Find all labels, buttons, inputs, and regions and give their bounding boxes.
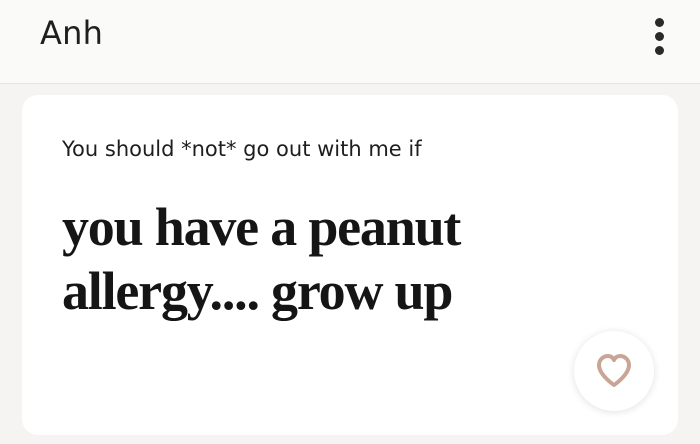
profile-header: Anh: [0, 0, 700, 84]
kebab-dot: [655, 18, 664, 27]
like-button[interactable]: [574, 331, 654, 411]
profile-name: Anh: [40, 14, 104, 52]
kebab-dot: [655, 46, 664, 55]
kebab-dot: [655, 32, 664, 41]
prompt-answer: you have a peanut allergy.... grow up: [62, 197, 461, 321]
prompt-question: You should *not* go out with me if: [62, 137, 422, 161]
more-options-icon[interactable]: [646, 14, 674, 60]
heart-icon: [597, 354, 631, 387]
prompt-card: You should *not* go out with me if you h…: [22, 95, 678, 435]
